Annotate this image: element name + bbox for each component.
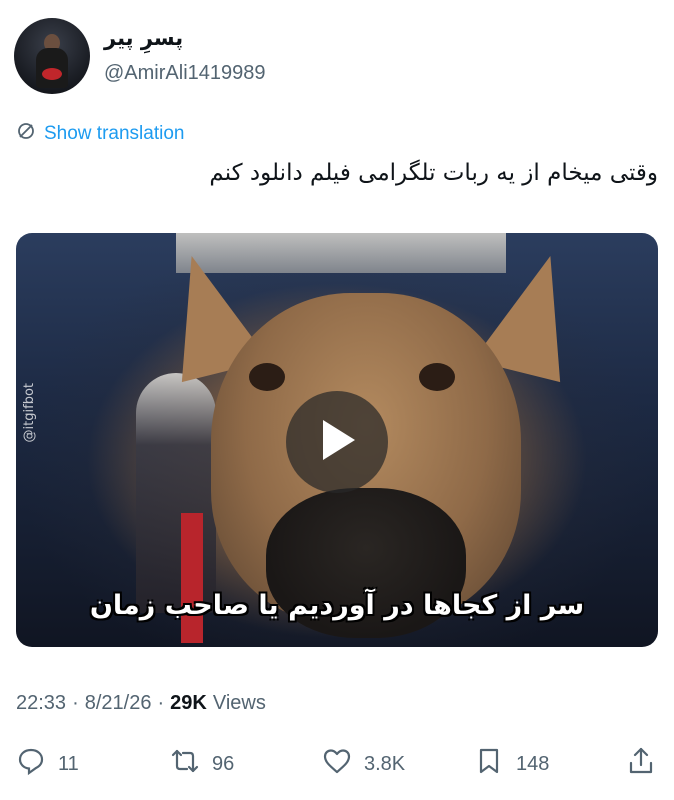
play-icon (317, 418, 357, 467)
show-translation-label: Show translation (44, 123, 185, 144)
play-button[interactable] (286, 391, 388, 493)
video-player[interactable]: @itgifbot سر از کجاها در آوردیم یا صاحب … (16, 233, 658, 647)
like-count: 3.8K (364, 752, 406, 775)
dog-eye-right-shape (419, 363, 455, 391)
dog-eye-left-shape (249, 363, 285, 391)
meta-separator: · (157, 692, 165, 714)
author-display-name[interactable]: پسرِ پیر (104, 26, 183, 50)
bookmark-icon (474, 746, 504, 782)
action-bar: 11 96 3.8K 148 (0, 742, 674, 786)
tweet-date[interactable]: 8/21/26 (85, 692, 152, 715)
bookmark-button[interactable]: 148 (474, 742, 549, 786)
avatar[interactable] (14, 18, 90, 94)
globe-slash-icon (16, 121, 36, 147)
share-icon (626, 746, 656, 782)
bookmark-count: 148 (516, 752, 550, 775)
tweet-time[interactable]: 22:33 (16, 692, 66, 715)
reply-count: 11 (58, 752, 79, 775)
video-caption: سر از کجاها در آوردیم یا صاحب زمان (89, 590, 585, 621)
views-label: Views (212, 692, 266, 714)
like-button[interactable]: 3.8K (322, 742, 405, 786)
repost-button[interactable]: 96 (170, 742, 234, 786)
background-person-shape (136, 373, 216, 613)
share-button[interactable] (626, 742, 656, 786)
avatar-flower-shape (42, 68, 62, 80)
video-watermark: @itgifbot (22, 383, 37, 443)
heart-icon (322, 746, 352, 782)
reply-button[interactable]: 11 (16, 742, 79, 786)
repost-icon (170, 746, 200, 782)
meta-separator: · (72, 692, 79, 714)
tweet-text: وقتی میخام از یه ربات تلگرامی فیلم دانلو… (209, 160, 658, 186)
author-handle[interactable]: @AmirAli1419989 (104, 62, 266, 85)
reply-icon (16, 746, 46, 782)
show-translation-link[interactable]: Show translation (16, 121, 184, 147)
tweet-meta: 22:33 · 8/21/26 · 29K Views (16, 692, 266, 715)
background-red-strap-shape (181, 513, 203, 643)
repost-count: 96 (212, 752, 235, 775)
views-count: 29K (170, 692, 207, 714)
